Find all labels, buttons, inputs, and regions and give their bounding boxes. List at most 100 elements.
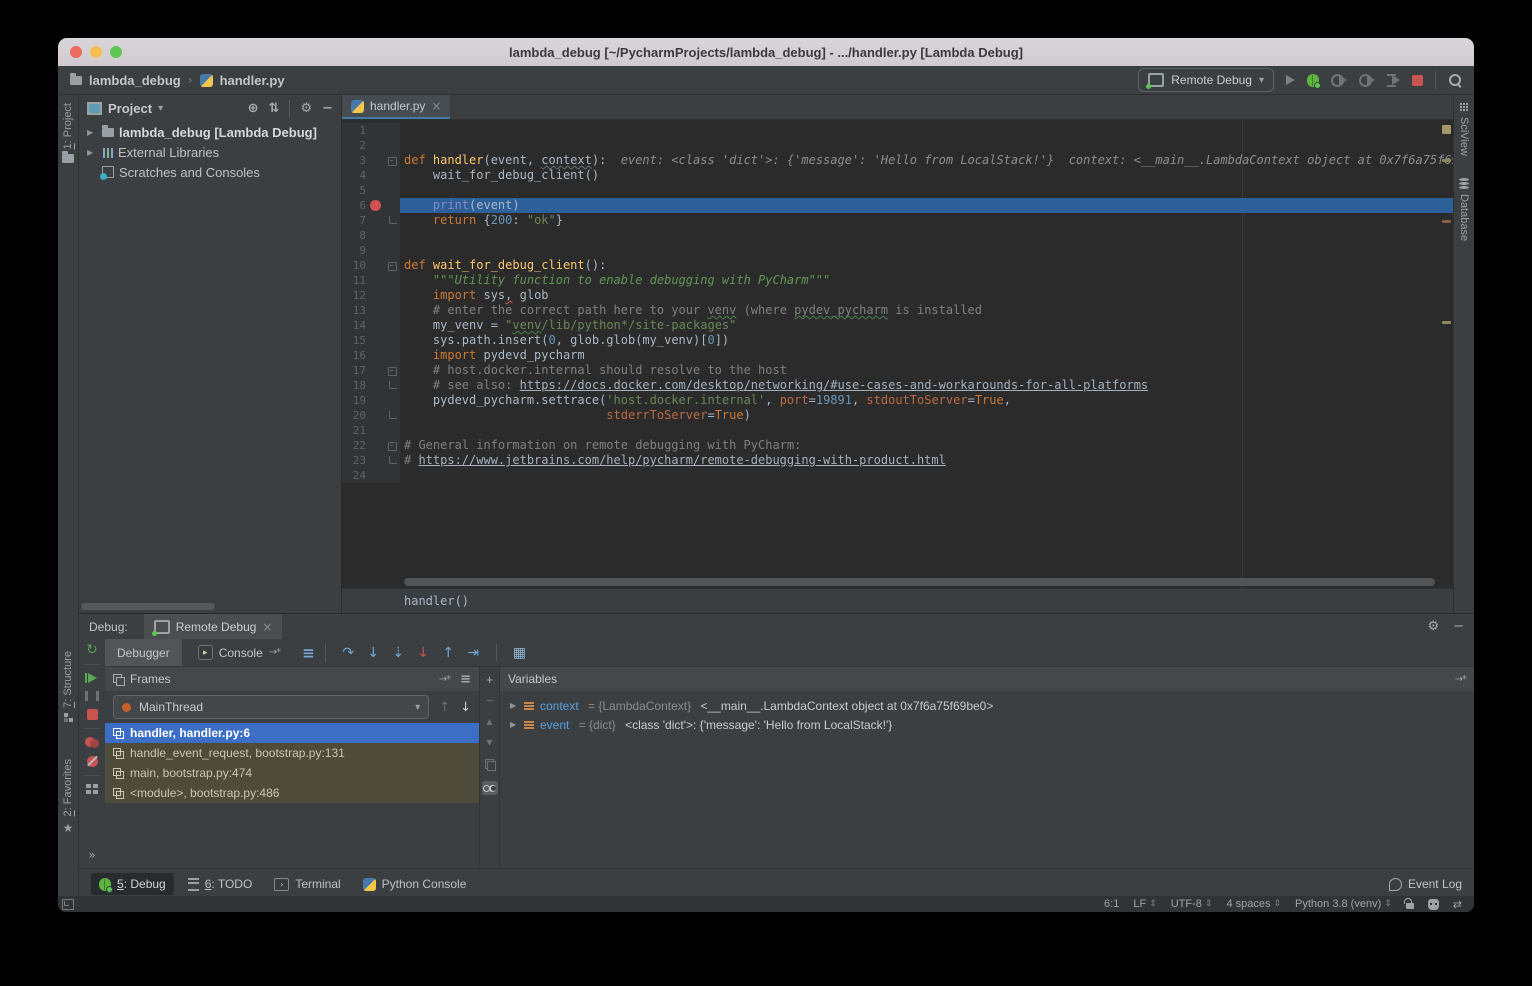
force-step-into-icon[interactable]: ↓ [411,645,436,661]
fold-marker[interactable] [388,157,397,166]
run-button[interactable] [1286,75,1295,85]
status-item[interactable]: UTF-8⇕ [1171,898,1213,910]
mute-breakpoints-button[interactable] [87,756,98,767]
highlighting-level-icon[interactable] [1428,899,1439,910]
settings-gear-button[interactable]: ⚙ [300,101,312,116]
editor-gutter[interactable]: 9 [342,243,400,258]
debug-settings-gear-button[interactable]: ⚙ [1427,619,1439,634]
stop-button[interactable] [1412,75,1423,86]
fold-marker[interactable] [389,381,397,389]
toolwindow-button--debug[interactable]: 5: Debug [91,873,174,895]
debug-button[interactable] [1307,74,1319,87]
run-configuration-select[interactable]: Remote Debug ▾ [1138,68,1274,92]
sync-icon[interactable]: ⇄ [1453,898,1462,911]
toolwindow-button--todo[interactable]: 6: TODO [180,873,261,895]
status-item[interactable]: LF⇕ [1133,898,1156,910]
variables-pin-icon[interactable]: →* [1455,674,1466,685]
more-actions-button[interactable]: » [88,848,95,862]
scope-breadcrumb[interactable]: handler() [404,594,469,608]
fold-marker[interactable] [389,411,397,419]
editor-gutter[interactable]: 19 [342,393,400,408]
stack-frame-row[interactable]: main, bootstrap.py:474 [105,763,479,783]
locate-file-button[interactable]: ⊕ [248,101,259,116]
editor-gutter[interactable]: 18 [342,378,400,393]
coverage-button[interactable] [1359,74,1375,87]
fold-marker[interactable] [389,456,397,464]
fold-marker[interactable] [389,216,397,224]
view-breakpoints-button[interactable] [85,737,99,748]
previous-frame-button[interactable]: ↑ [439,700,450,715]
editor-gutter[interactable]: 21 [342,423,400,438]
add-watch-button[interactable]: + [486,675,494,685]
project-horizontal-scrollbar[interactable] [81,603,215,610]
tool-stripe-database[interactable]: Database [1458,178,1470,241]
variable-row[interactable]: ▶context = {LambdaContext} <__main__.Lam… [500,696,1474,715]
thread-selector[interactable]: MainThread ▾ [113,695,429,719]
editor-gutter[interactable]: 20 [342,408,400,423]
restore-layout-button[interactable] [86,784,98,794]
fold-marker[interactable] [388,262,397,271]
variable-row[interactable]: ▶event = {dict} <class 'dict'>: {'messag… [500,715,1474,734]
stop-debug-button[interactable] [87,709,98,720]
editor-gutter[interactable]: 15 [342,333,400,348]
editor-gutter[interactable]: 16 [342,348,400,363]
project-tree-item[interactable]: ▶External Libraries [79,142,341,162]
stack-frame-row[interactable]: <module>, bootstrap.py:486 [105,783,479,803]
move-up-button[interactable]: ▲ [486,717,492,727]
project-tree-item[interactable]: Scratches and Consoles [79,162,341,182]
editor-gutter[interactable]: 1 [342,123,400,138]
toolwindow-button-terminal[interactable]: ›Terminal [266,873,348,895]
breadcrumb-file[interactable]: handler.py [220,73,285,88]
frames-pin-icon[interactable]: →* [439,674,450,685]
editor-gutter[interactable]: 22 [342,438,400,453]
run-to-cursor-icon[interactable]: ⇥ [461,645,486,661]
editor-horizontal-scrollbar[interactable] [404,578,1435,586]
editor-area[interactable]: handler.py × 123def handler(event, conte… [342,95,1453,613]
editor-gutter[interactable]: 17 [342,363,400,378]
next-frame-button[interactable]: ↓ [460,700,471,715]
editor-tab-handler[interactable]: handler.py × [342,95,450,119]
stack-frame-row[interactable]: handle_event_request, bootstrap.py:131 [105,743,479,763]
editor-gutter[interactable]: 8 [342,228,400,243]
editor-gutter[interactable]: 3 [342,153,400,168]
profile-button[interactable] [1331,74,1347,87]
fold-marker[interactable] [388,367,397,376]
expand-icon[interactable]: ▶ [510,701,518,710]
close-tab-icon[interactable]: × [431,99,441,113]
editor-gutter[interactable]: 10 [342,258,400,273]
editor-gutter[interactable]: 14 [342,318,400,333]
fold-marker[interactable] [388,442,397,451]
project-tree-item[interactable]: ▶lambda_debug [Lambda Debug] [79,122,341,142]
editor-gutter[interactable]: 12 [342,288,400,303]
step-out-icon[interactable]: ↑ [436,645,461,661]
stack-frame-row[interactable]: handler, handler.py:6 [105,723,479,743]
status-item[interactable]: 6:1 [1104,898,1119,910]
tool-stripe-project[interactable]: 1: Project [58,103,78,163]
hide-panel-button[interactable]: − [322,101,333,116]
editor-gutter[interactable]: 23 [342,453,400,468]
toolwindow-corner-icon[interactable] [62,899,74,910]
evaluate-expression-button[interactable]: ▦ [513,645,526,661]
tool-stripe-structure[interactable]: 7: Structure [58,651,78,722]
project-panel-title[interactable]: Project [108,101,152,116]
collapse-all-button[interactable]: ⇅ [269,101,280,116]
editor-gutter[interactable]: 4 [342,168,400,183]
tree-expand-icon[interactable]: ▶ [87,148,97,157]
breakpoint-dot[interactable] [370,200,381,211]
status-item[interactable]: 4 spaces⇕ [1226,898,1281,910]
editor-gutter[interactable]: 13 [342,303,400,318]
step-into-my-code-icon[interactable]: ⇣ [386,645,411,661]
breadcrumb-project[interactable]: lambda_debug [89,73,181,88]
editor-gutter[interactable]: 11 [342,273,400,288]
debug-session-tab[interactable]: Remote Debug × [144,614,283,639]
editor-gutter[interactable]: 5 [342,183,400,198]
frames-menu-icon[interactable]: ≡ [460,672,471,687]
rerun-button[interactable]: ↻ [86,644,98,656]
lock-icon[interactable] [1406,903,1414,909]
chevron-down-icon[interactable]: ▾ [158,103,163,114]
event-log-button[interactable]: Event Log [1389,877,1462,891]
toolwindow-button-python-console[interactable]: Python Console [355,873,475,895]
remove-watch-button[interactable]: − [486,696,494,706]
close-window-button[interactable] [70,46,82,58]
zoom-window-button[interactable] [110,46,122,58]
